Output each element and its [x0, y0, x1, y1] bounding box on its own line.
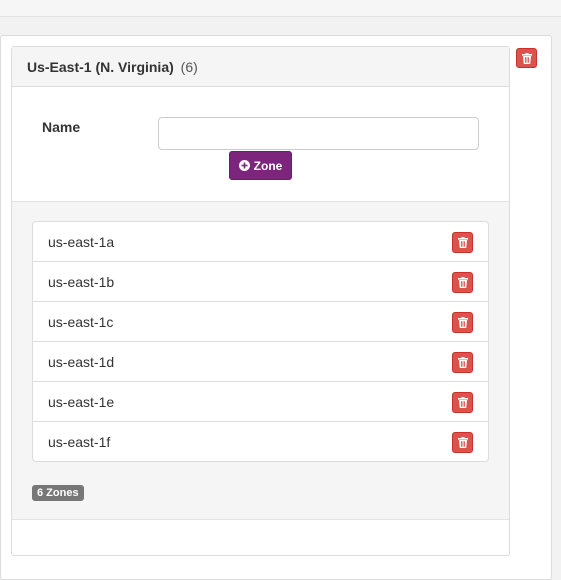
delete-zone-button[interactable] — [452, 392, 473, 413]
delete-zone-button[interactable] — [452, 352, 473, 373]
trash-icon — [457, 437, 468, 448]
delete-zone-button[interactable] — [452, 272, 473, 293]
region-zone-count: (6) — [180, 59, 198, 75]
zone-name: us-east-1a — [48, 234, 115, 250]
zone-name: us-east-1f — [48, 434, 111, 450]
zones-count-badge: 6 Zones — [32, 485, 84, 501]
zone-name-input[interactable] — [158, 117, 479, 150]
zone-list-item: us-east-1f — [33, 422, 488, 461]
trash-icon — [457, 277, 468, 288]
region-card: Us-East-1 (N. Virginia) (6) Name Zone us… — [11, 46, 510, 556]
zone-name: us-east-1d — [48, 354, 115, 370]
zone-list-item: us-east-1d — [33, 342, 488, 382]
add-zone-label: Zone — [253, 158, 283, 173]
plus-circle-icon — [238, 160, 250, 171]
trash-icon — [457, 397, 468, 408]
zone-list-item: us-east-1c — [33, 302, 488, 342]
delete-zone-button[interactable] — [452, 232, 473, 253]
delete-region-button[interactable] — [516, 48, 537, 68]
zone-name: us-east-1b — [48, 274, 115, 290]
trash-icon — [521, 52, 532, 64]
trash-icon — [457, 237, 468, 248]
region-name: Us-East-1 (N. Virginia) — [27, 59, 174, 75]
zones-section: us-east-1a us-east-1b us-east-1c us-east… — [12, 201, 509, 520]
trash-icon — [457, 317, 468, 328]
zone-list-item: us-east-1a — [33, 222, 488, 262]
top-bar — [0, 0, 561, 17]
region-title: Us-East-1 (N. Virginia) (6) — [27, 59, 198, 75]
zone-name: us-east-1e — [48, 394, 115, 410]
add-zone-button[interactable]: Zone — [229, 151, 292, 180]
zone-name: us-east-1c — [48, 314, 114, 330]
zone-list-item: us-east-1b — [33, 262, 488, 302]
trash-icon — [457, 357, 468, 368]
region-card-header: Us-East-1 (N. Virginia) (6) — [12, 47, 509, 87]
delete-zone-button[interactable] — [452, 432, 473, 453]
name-label: Name — [42, 119, 81, 135]
zones-list: us-east-1a us-east-1b us-east-1c us-east… — [32, 221, 489, 462]
zone-list-item: us-east-1e — [33, 382, 488, 422]
delete-zone-button[interactable] — [452, 312, 473, 333]
